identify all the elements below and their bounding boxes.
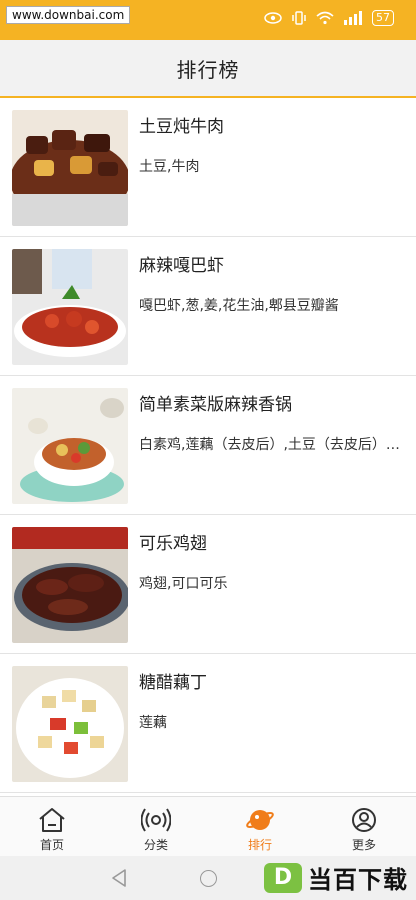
list-item[interactable]: 简单素菜版麻辣香锅 白素鸡,莲藕（去皮后）,土豆（去皮后）,花菜 (0, 376, 416, 515)
vibrate-icon (292, 11, 306, 25)
recipe-thumbnail (12, 666, 128, 782)
recipe-name: 土豆炖牛肉 (139, 117, 224, 137)
recipe-ingredients: 土豆,牛肉 (139, 159, 200, 175)
home-icon (39, 808, 65, 832)
recipe-thumbnail (12, 527, 128, 643)
list-item[interactable]: 糖醋藕丁 莲藕 (0, 654, 416, 793)
recipe-ingredients: 鸡翅,可口可乐 (139, 576, 228, 592)
radar-icon (141, 808, 171, 832)
tab-label: 排行 (247, 838, 272, 852)
recipe-name: 可乐鸡翅 (139, 534, 207, 554)
recipe-thumbnail (12, 110, 128, 226)
list-item[interactable]: 麻辣嘎巴虾 嘎巴虾,葱,姜,花生油,郫县豆瓣酱 (0, 237, 416, 376)
brand-logo: D 当百下载 (264, 860, 408, 895)
tab-label: 分类 (143, 838, 168, 852)
recipe-ingredients: 嘎巴虾,葱,姜,花生油,郫县豆瓣酱 (139, 298, 339, 314)
recipe-list[interactable]: 土豆炖牛肉 土豆,牛肉 麻辣嘎巴虾 嘎巴虾,葱,姜,花生油,郫县豆瓣酱 简单素菜… (0, 98, 416, 794)
recipe-name: 糖醋藕丁 (139, 673, 207, 693)
brand-badge: D (264, 862, 302, 893)
user-circle-icon (352, 808, 376, 832)
home-button[interactable] (200, 870, 217, 887)
list-item[interactable]: 可乐鸡翅 鸡翅,可口可乐 (0, 515, 416, 654)
list-item[interactable]: 土豆炖牛肉 土豆,牛肉 (0, 98, 416, 237)
page-header: 排行榜 (0, 40, 416, 98)
brand-text: 当百下载 (308, 866, 408, 894)
tab-category[interactable]: 分类 (104, 797, 208, 856)
signal-icon (344, 11, 362, 25)
tab-label: 更多 (351, 838, 376, 852)
bottom-tab-bar: 首页 分类 排行 更多 (0, 796, 416, 856)
recipe-thumbnail (12, 249, 128, 365)
recipe-name: 麻辣嘎巴虾 (139, 256, 224, 276)
tab-label: 首页 (39, 838, 64, 852)
wifi-icon (316, 11, 334, 25)
tab-more[interactable]: 更多 (312, 797, 416, 856)
status-bar: www.downbai.com 57 (0, 0, 416, 40)
recipe-name: 简单素菜版麻辣香锅 (139, 395, 292, 415)
eye-icon (264, 12, 282, 24)
back-icon[interactable] (110, 868, 128, 888)
tab-ranking[interactable]: 排行 (208, 797, 312, 856)
tab-home[interactable]: 首页 (0, 797, 104, 856)
recipe-ingredients: 莲藕 (139, 715, 167, 731)
status-icons: 57 (264, 10, 394, 26)
page-title: 排行榜 (176, 57, 240, 82)
watermark: www.downbai.com (6, 6, 131, 24)
battery-indicator: 57 (372, 10, 394, 26)
recipe-ingredients: 白素鸡,莲藕（去皮后）,土豆（去皮后）,花菜 (139, 437, 404, 453)
recipe-thumbnail (12, 388, 128, 504)
planet-icon (246, 810, 274, 830)
